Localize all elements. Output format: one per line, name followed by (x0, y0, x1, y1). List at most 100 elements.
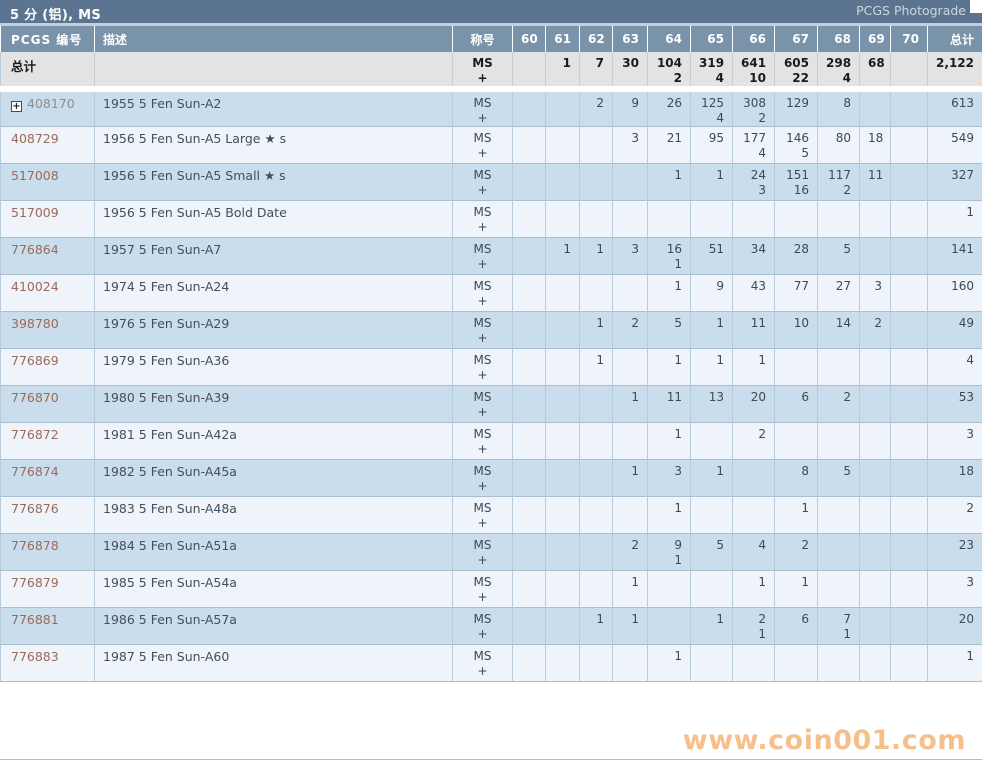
grade-cell-68: 117 2 (817, 163, 860, 201)
grade-cell-61 (545, 607, 580, 645)
row-total-cell: 2 (927, 496, 982, 534)
grade-count: 1 (596, 316, 604, 330)
grade-cell-63: 3 (612, 126, 648, 164)
grade-count: 1 (596, 353, 604, 367)
column-header-grade-67: 67 (774, 26, 818, 52)
designation-line1: MS (473, 205, 492, 219)
table-row: 776881 1986 5 Fen Sun-A57a MS +1 1 1 2 1 6 7 1 20 (0, 607, 982, 645)
table-wrap: PCGS 编号 描述 称号 60 61 62 63 64 65 66 67 68 69 70 总计 总计 MS… (0, 26, 982, 760)
coin-description: 1955 5 Fen Sun-A2 (94, 89, 453, 127)
grade-cell-62 (579, 126, 613, 164)
grade-cell-64 (647, 570, 691, 608)
grade-cell-65: 95 (690, 126, 733, 164)
grade-cell-66: 177 4 (732, 126, 775, 164)
grade-cell-68: 5 (817, 237, 860, 275)
pcgs-number-link[interactable]: 776869 (11, 353, 59, 368)
pcgs-number-link[interactable]: 408729 (11, 131, 59, 146)
pcgs-number-link[interactable]: 776879 (11, 575, 59, 590)
pcgs-number-link[interactable]: 410024 (11, 279, 59, 294)
grade-count: 129 (786, 96, 809, 110)
grade-plus-count: 1 (674, 553, 682, 567)
designation-cell: MS + (452, 163, 513, 201)
grade-count: 3 (631, 131, 639, 145)
grade-cell-61 (545, 422, 580, 460)
grade-count: 2 (631, 316, 639, 330)
grade-cell-69: 11 (859, 163, 891, 201)
page-title: 5 分 (铝), MS (10, 8, 102, 23)
grade-cell-64: 1 (647, 422, 691, 460)
pcgs-number-link[interactable]: 398780 (11, 316, 59, 331)
grade-cell-69 (859, 422, 891, 460)
column-header-grade-69: 69 (859, 26, 891, 52)
pcgs-number-link[interactable]: 776876 (11, 501, 59, 516)
designation-line1: MS (473, 390, 492, 404)
grade-cell-68: 5 (817, 459, 860, 497)
grade-cell-66: 24 3 (732, 163, 775, 201)
pcgs-number-link[interactable]: 517008 (11, 168, 59, 183)
grade-cell-67: 6 (774, 385, 818, 423)
pcgs-number-link[interactable]: 776864 (11, 242, 59, 257)
grade-cell-65 (690, 200, 733, 238)
grade-plus-count: 10 (749, 71, 766, 85)
grade-count: 641 (741, 56, 767, 70)
row-total-cell: 18 (927, 459, 982, 497)
grade-cell-67: 1 (774, 570, 818, 608)
grade-cell-67: 129 (774, 89, 818, 127)
pcgs-number-link[interactable]: 776872 (11, 427, 59, 442)
pcgs-number-link[interactable]: 776883 (11, 649, 59, 664)
grade-cell-65: 1 (690, 607, 733, 645)
grade-cell-61 (545, 533, 580, 571)
grade-cell-62 (579, 163, 613, 201)
grade-count: 9 (674, 538, 682, 552)
pcgs-number-link[interactable]: 408170 (27, 96, 75, 111)
pcgs-number-cell: 776874 (0, 459, 95, 497)
totals-grade-cell-70 (890, 52, 928, 92)
grade-cell-62 (579, 570, 613, 608)
pcgs-number-cell: 776879 (0, 570, 95, 608)
grade-cell-63 (612, 496, 648, 534)
grade-cell-65 (690, 422, 733, 460)
grade-cell-61 (545, 311, 580, 349)
grade-cell-67: 151 16 (774, 163, 818, 201)
grade-count: 1 (631, 575, 639, 589)
grade-count: 2 (843, 390, 851, 404)
pcgs-number-link[interactable]: 776870 (11, 390, 59, 405)
grade-count: 298 (826, 56, 852, 70)
grade-count: 1 (674, 279, 682, 293)
pcgs-number-link[interactable]: 776874 (11, 464, 59, 479)
designation-line1: MS (473, 279, 492, 293)
grade-cell-70 (890, 607, 928, 645)
grade-cell-67: 1 (774, 496, 818, 534)
expand-icon[interactable]: + (11, 101, 22, 112)
grade-cell-62 (579, 385, 613, 423)
column-header-grade-63: 63 (612, 26, 648, 52)
photograde-link[interactable]: PCGS Photograde (856, 3, 966, 18)
grade-cell-62: 1 (579, 311, 613, 349)
designation-line2: + (477, 368, 488, 382)
column-header-designation: 称号 (452, 26, 513, 52)
grade-cell-60 (512, 533, 546, 571)
grade-cell-61 (545, 163, 580, 201)
grade-cell-65: 125 4 (690, 89, 733, 127)
grade-cell-64: 1 (647, 496, 691, 534)
pcgs-number-link[interactable]: 776881 (11, 612, 59, 627)
pcgs-number-link[interactable]: 517009 (11, 205, 59, 220)
totals-grade-cell-60 (512, 52, 546, 92)
grade-count: 308 (743, 96, 766, 110)
coin-description: 1956 5 Fen Sun-A5 Large ★ s (94, 126, 453, 164)
grade-count: 14 (835, 316, 851, 330)
designation-line2: + (477, 183, 488, 197)
grade-cell-60 (512, 200, 546, 238)
grade-cell-60 (512, 237, 546, 275)
grade-plus-count: 5 (801, 146, 809, 160)
pcgs-number-cell: 776881 (0, 607, 95, 645)
designation-line1: MS (473, 427, 492, 441)
grade-cell-65: 1 (690, 459, 733, 497)
grade-cell-61 (545, 200, 580, 238)
grade-cell-60 (512, 163, 546, 201)
grade-cell-60 (512, 311, 546, 349)
grade-cell-69: 3 (859, 274, 891, 312)
table-row: 776879 1985 5 Fen Sun-A54a MS +1 1 1 3 (0, 570, 982, 608)
pcgs-number-link[interactable]: 776878 (11, 538, 59, 553)
grade-cell-68 (817, 570, 860, 608)
